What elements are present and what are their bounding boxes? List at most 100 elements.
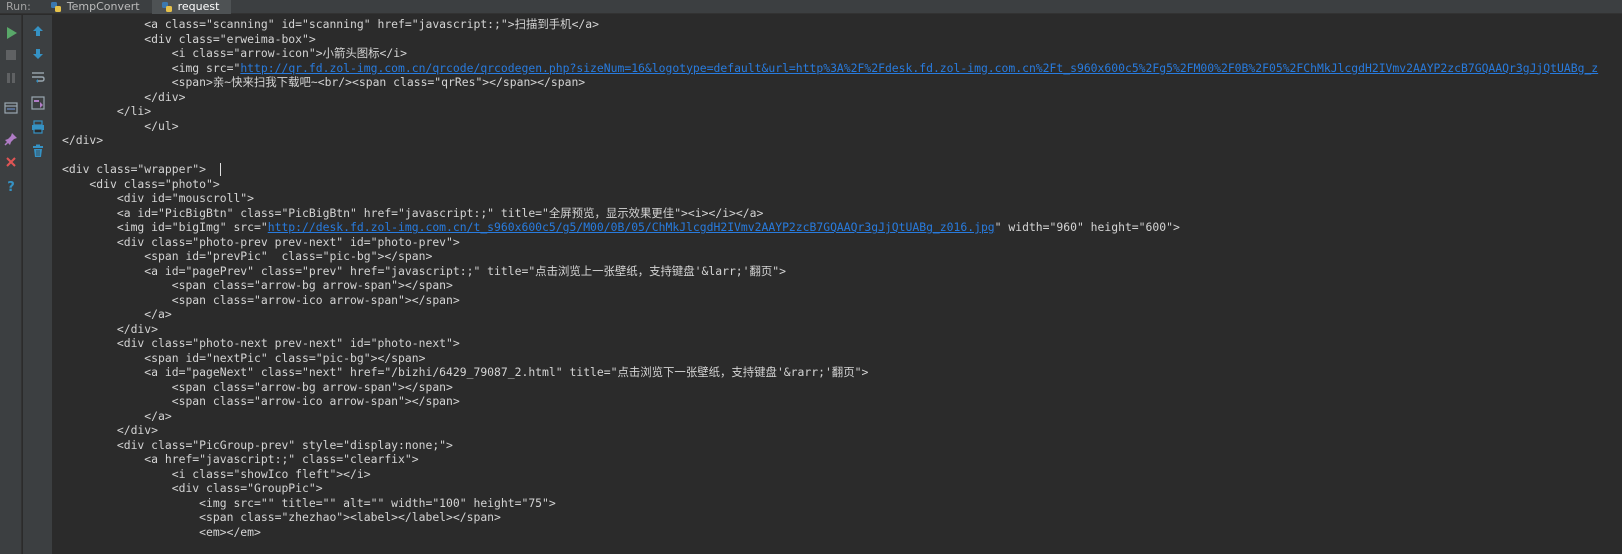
console-line-text: </a> <box>62 408 172 423</box>
console-line: </li> <box>62 104 1622 119</box>
run-label: Run: <box>6 0 31 13</box>
console-line-text: <a id="pagePrev" class="prev" href="java… <box>62 263 787 278</box>
help-icon: ? <box>7 180 15 193</box>
console-toolbar <box>23 15 53 554</box>
console-line-text: <span class="arrow-ico arrow-span"></spa… <box>62 292 460 307</box>
console-line-text: </div> <box>62 321 159 336</box>
console-line-text: <span class="arrow-bg arrow-span"></span… <box>62 379 453 394</box>
console-line: <div class="erweima-box"> <box>62 32 1622 47</box>
scroll-down-button[interactable] <box>29 45 47 63</box>
rerun-button[interactable] <box>2 24 20 42</box>
console-line-text: <span id="nextPic" class="pic-bg"></span… <box>62 350 426 365</box>
console-line: <div class="photo-prev prev-next" id="ph… <box>62 235 1622 250</box>
console-line-text: <div class="erweima-box"> <box>62 31 316 46</box>
print-icon <box>32 120 44 134</box>
console-line: <a id="pageNext" class="next" href="/biz… <box>62 365 1622 380</box>
scroll-up-button[interactable] <box>29 22 47 40</box>
console-line: <i class="showIco fleft"></i> <box>62 467 1622 482</box>
console-line: <div class="GroupPic"> <box>62 481 1622 496</box>
console-line-text: " width="960" height="600"> <box>994 220 1180 234</box>
tab-tempconvert[interactable]: TempConvert <box>41 0 152 14</box>
console-line: </a> <box>62 409 1622 424</box>
python-file-icon <box>161 1 172 12</box>
console-line: <span class="arrow-ico arrow-span"></spa… <box>62 293 1622 308</box>
console-output[interactable]: <a class="scanning" id="scanning" href="… <box>54 15 1622 554</box>
console-line: </div> <box>62 322 1622 337</box>
console-line: <span class="arrow-bg arrow-span"></span… <box>62 380 1622 395</box>
console-line: <div id="mouscroll"> <box>62 191 1622 206</box>
pause-icon <box>7 73 15 83</box>
console-line-text: <div class="PicGroup-prev" style="displa… <box>62 437 453 452</box>
console-line: <a id="PicBigBtn" class="PicBigBtn" href… <box>62 206 1622 221</box>
close-icon <box>6 157 16 167</box>
console-line-text: <img src="" title="" alt="" width="100" … <box>62 495 556 510</box>
console-line-text: <div id="mouscroll"> <box>62 191 255 205</box>
console-line: </div> <box>62 90 1622 105</box>
scroll-to-end-icon <box>31 96 45 110</box>
console-text: <a class="scanning" id="scanning" href="… <box>62 17 1622 539</box>
console-line-text: </li> <box>62 104 152 118</box>
tab-request[interactable]: request <box>151 0 232 14</box>
console-line-text: <div class="photo"> <box>62 176 220 191</box>
console-line: <span class="arrow-bg arrow-span"></span… <box>62 278 1622 293</box>
console-line-text: </div> <box>62 89 186 104</box>
soft-wrap-icon <box>32 72 45 83</box>
console-line: </div> <box>62 423 1622 438</box>
console-line: <span id="nextPic" class="pic-bg"></span… <box>62 351 1622 366</box>
close-run-button[interactable] <box>2 153 20 171</box>
console-line-text: </div> <box>62 423 159 437</box>
layout-icon <box>4 102 18 114</box>
text-cursor <box>219 163 221 176</box>
console-link[interactable]: http://qr.fd.zol-img.com.cn/qrcode/qrcod… <box>240 61 1598 75</box>
console-line: <em></em> <box>62 525 1622 540</box>
console-line-text: <div class="photo-prev prev-next" id="ph… <box>62 234 460 249</box>
run-toolbar: ? <box>0 15 22 554</box>
console-line-text: <img src=" <box>62 60 241 75</box>
console-line: <a class="scanning" id="scanning" href="… <box>62 17 1622 32</box>
console-line: <span class="arrow-ico arrow-span"></spa… <box>62 394 1622 409</box>
down-arrow-icon <box>33 49 43 59</box>
console-line: <a href="javascript:;" class="clearfix"> <box>62 452 1622 467</box>
console-line-text: <span class="zhezhao"><label></label></s… <box>62 510 501 524</box>
run-tab-bar: Run: TempConvert request <box>0 0 1622 14</box>
console-line-text: </div> <box>62 133 104 147</box>
console-line-text: <i class="showIco fleft"></i> <box>62 466 371 481</box>
restore-layout-button[interactable] <box>2 99 20 117</box>
pin-tab-button[interactable] <box>2 130 20 148</box>
console-line-text: <span id="prevPic" class="pic-bg"></span… <box>62 249 433 263</box>
python-file-icon <box>50 1 61 12</box>
console-line: <span class="zhezhao"><label></label></s… <box>62 510 1622 525</box>
console-line: </div> <box>62 133 1622 148</box>
console-line-text: <span>亲~快来扫我下载吧~<br/><span class="qrRes"… <box>62 75 586 89</box>
console-line-text: <div class="GroupPic"> <box>62 481 323 495</box>
console-line-text: <span class="arrow-ico arrow-span"></spa… <box>62 394 460 408</box>
console-line: <div class="photo-next prev-next" id="ph… <box>62 336 1622 351</box>
pause-button[interactable] <box>2 69 20 87</box>
console-link[interactable]: http://desk.fd.zol-img.com.cn/t_s960x600… <box>268 220 995 234</box>
console-line: <div class="photo"> <box>62 177 1622 192</box>
console-line-text: <a class="scanning" id="scanning" href="… <box>62 17 599 31</box>
console-line: <span id="prevPic" class="pic-bg"></span… <box>62 249 1622 264</box>
console-line-text: <div class="wrapper"> <box>62 162 220 176</box>
console-line-text: <a href="javascript:;" class="clearfix"> <box>62 452 419 466</box>
tab-label: request <box>177 0 220 13</box>
soft-wrap-button[interactable] <box>29 68 47 86</box>
run-icon <box>7 27 17 39</box>
up-arrow-icon <box>33 26 43 36</box>
console-line-text: <a id="PicBigBtn" class="PicBigBtn" href… <box>62 205 764 220</box>
console-line: <img id="bigImg" src="http://desk.fd.zol… <box>62 220 1622 235</box>
console-line-text: <em></em> <box>62 524 261 539</box>
scroll-to-end-button[interactable] <box>29 94 47 112</box>
clear-all-button[interactable] <box>29 142 47 160</box>
console-line-text: <a id="pageNext" class="next" href="/biz… <box>62 365 869 379</box>
console-line-text: <img id="bigImg" src=" <box>62 220 268 234</box>
stop-button[interactable] <box>2 46 20 64</box>
console-line: </a> <box>62 307 1622 322</box>
pin-icon <box>4 133 17 146</box>
help-button[interactable]: ? <box>2 177 20 195</box>
console-line: <img src="" title="" alt="" width="100" … <box>62 496 1622 511</box>
console-line-text: </a> <box>62 307 172 321</box>
print-button[interactable] <box>29 118 47 136</box>
svg-text:?: ? <box>7 180 15 193</box>
